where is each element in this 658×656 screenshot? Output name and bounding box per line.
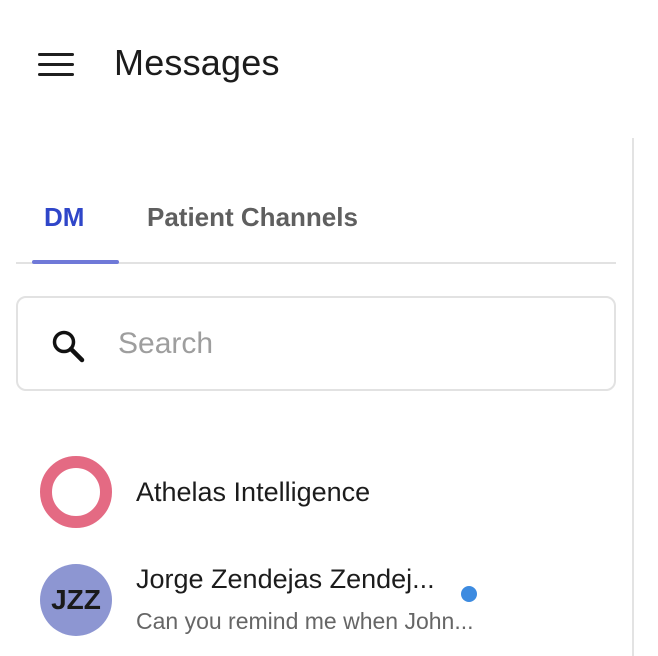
menu-bar <box>38 63 74 66</box>
menu-bar <box>38 73 74 76</box>
unread-dot-icon <box>461 586 477 602</box>
conversation-item-jorge[interactable]: JZZ Jorge Zendejas Zendej... Can you rem… <box>0 440 632 636</box>
menu-bar <box>38 53 74 56</box>
active-tab-indicator <box>32 260 119 264</box>
search-input[interactable] <box>118 322 588 366</box>
message-preview: Can you remind me when John... <box>136 608 474 634</box>
tab-bar: DM Patient Channels <box>16 190 616 264</box>
panel-divider <box>632 138 634 656</box>
search-icon <box>52 330 85 363</box>
conversation-name: Jorge Zendejas Zendej... <box>136 564 435 594</box>
tab-dm[interactable]: DM <box>44 202 84 233</box>
avatar: JZZ <box>40 564 112 636</box>
search-box <box>16 296 616 391</box>
tab-patient-channels[interactable]: Patient Channels <box>147 202 358 233</box>
page-title: Messages <box>114 42 280 83</box>
app-header: Messages <box>0 0 658 130</box>
hamburger-menu-icon[interactable] <box>38 53 74 77</box>
